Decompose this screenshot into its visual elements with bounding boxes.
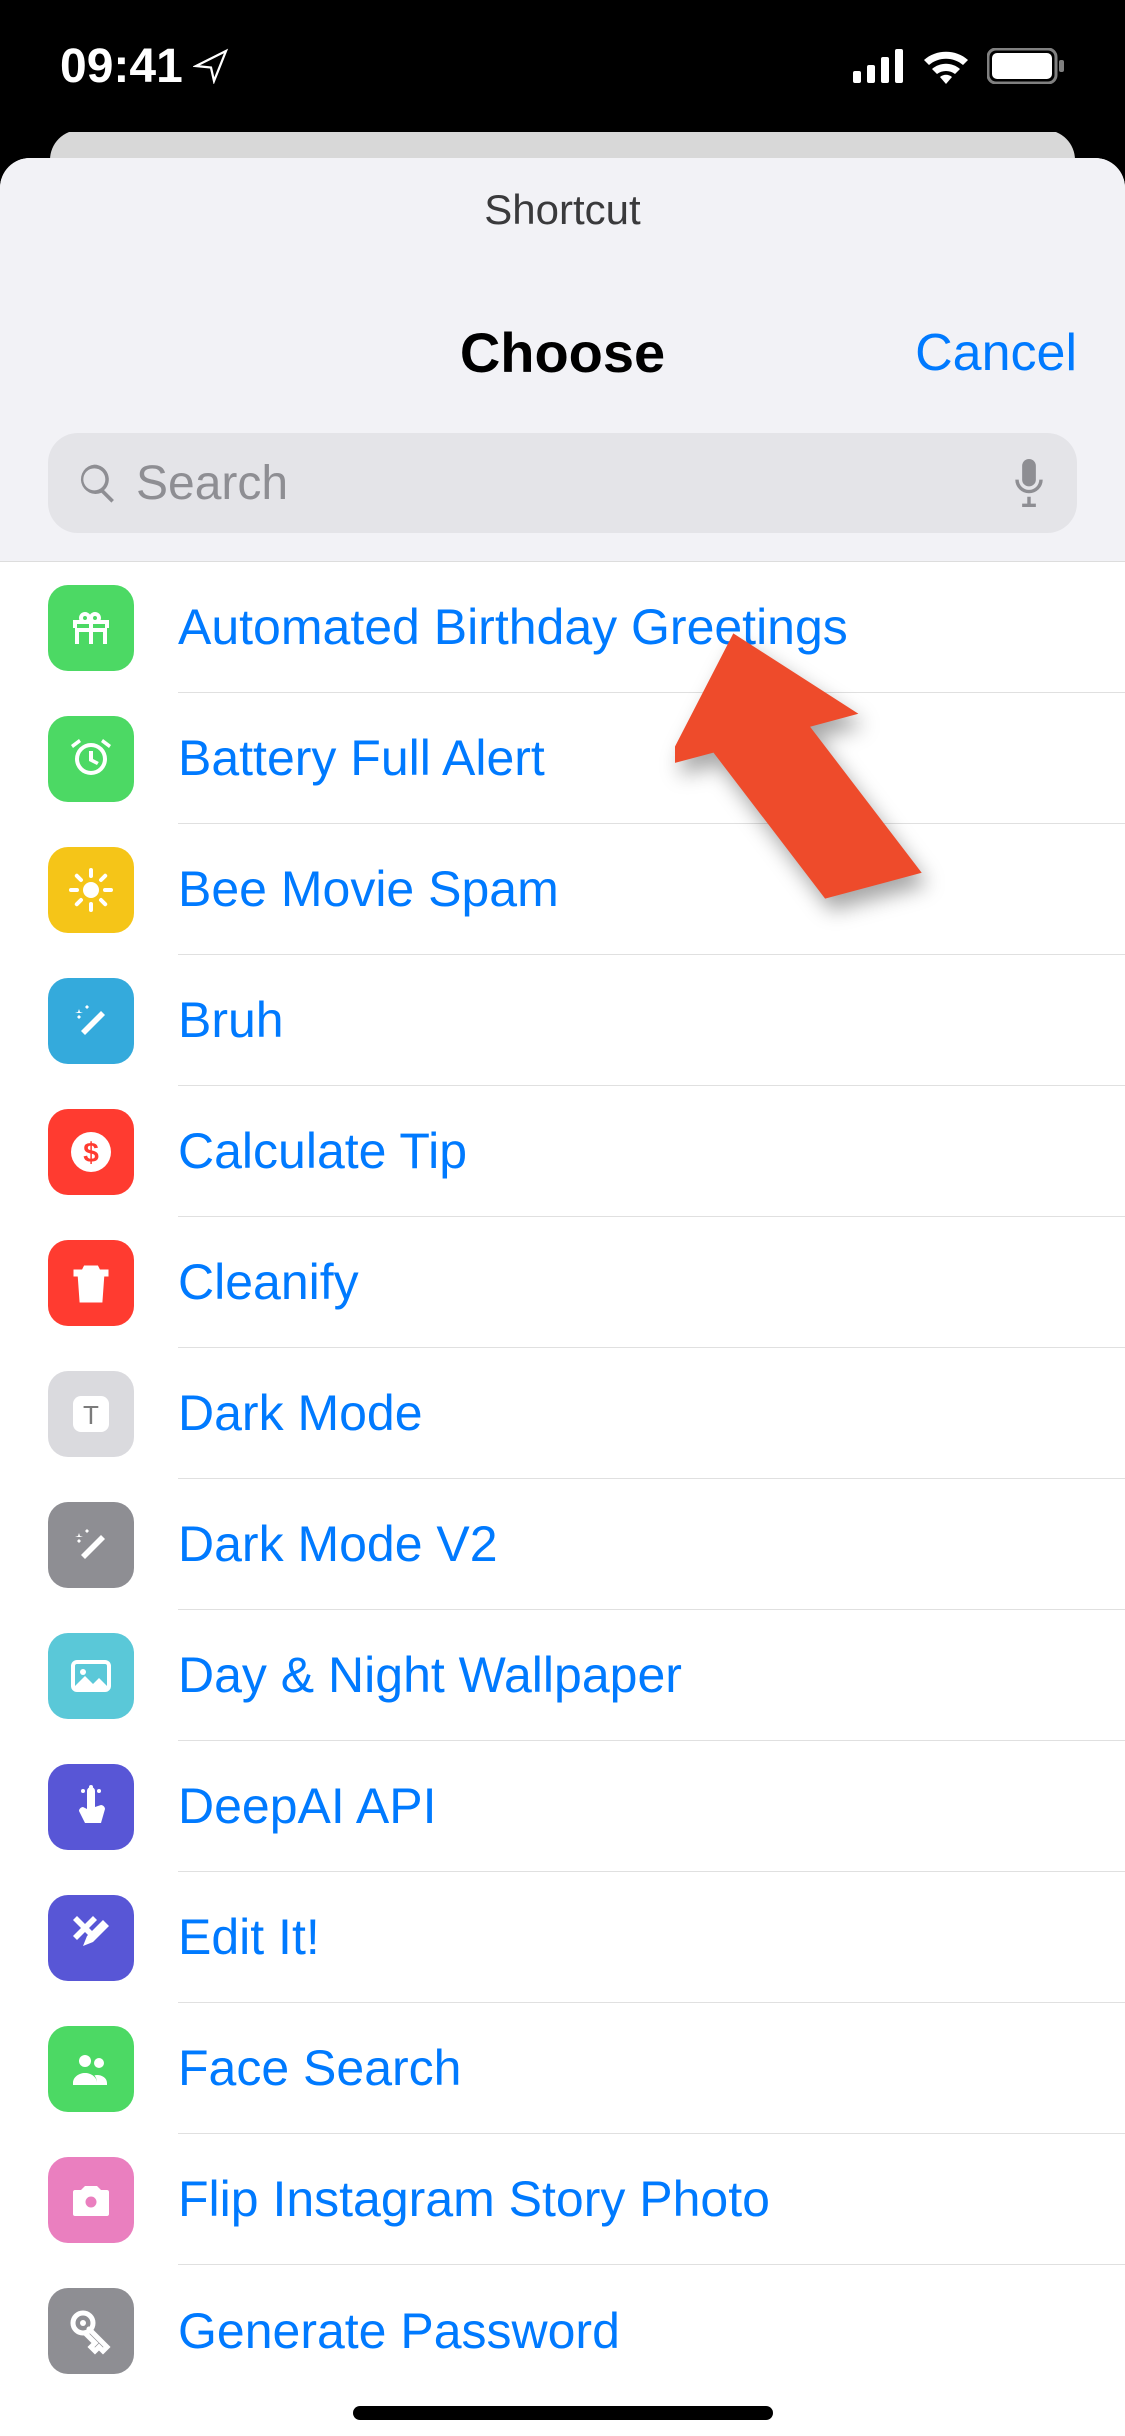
cellular-icon [853, 49, 905, 83]
shortcut-item-battery-alert[interactable]: Battery Full Alert [0, 693, 1125, 824]
shortcut-label: Face Search [178, 2039, 461, 2097]
alarm-icon [48, 716, 134, 802]
nav-bar: Choose Cancel [0, 270, 1125, 433]
shortcut-label: Battery Full Alert [178, 729, 545, 787]
shortcut-item-bruh[interactable]: Bruh [0, 955, 1125, 1086]
home-indicator[interactable] [353, 2406, 773, 2420]
shortcut-item-day-night-wallpaper[interactable]: Day & Night Wallpaper [0, 1610, 1125, 1741]
search-field[interactable] [48, 433, 1077, 533]
shortcut-item-cleanify[interactable]: Cleanify [0, 1217, 1125, 1348]
dollar-icon: $ [48, 1109, 134, 1195]
sun-icon [48, 847, 134, 933]
shortcut-label: Dark Mode V2 [178, 1515, 498, 1573]
shortcut-list[interactable]: Automated Birthday Greetings Battery Ful… [0, 562, 1125, 2436]
shortcut-item-deepai[interactable]: DeepAI API [0, 1741, 1125, 1872]
shortcut-label: Automated Birthday Greetings [178, 598, 848, 656]
cancel-button[interactable]: Cancel [915, 323, 1077, 383]
location-icon [193, 48, 229, 84]
wand-icon [48, 1502, 134, 1588]
shortcut-item-dark-mode-v2[interactable]: Dark Mode V2 [0, 1479, 1125, 1610]
photo-icon [48, 1633, 134, 1719]
status-right [853, 48, 1065, 84]
shortcut-item-automated-birthday[interactable]: Automated Birthday Greetings [0, 562, 1125, 693]
tap-icon [48, 1764, 134, 1850]
context-title: Shortcut [0, 158, 1125, 270]
svg-text:$: $ [83, 1137, 99, 1168]
shortcut-label: Bee Movie Spam [178, 860, 559, 918]
shortcut-label: Bruh [178, 991, 284, 1049]
camera-icon [48, 2157, 134, 2243]
svg-text:T: T [83, 1400, 99, 1430]
search-input[interactable] [136, 456, 993, 511]
people-icon [48, 2026, 134, 2112]
wand-icon [48, 978, 134, 1064]
status-bar: 09:41 [0, 0, 1125, 132]
shortcut-item-calculate-tip[interactable]: $ Calculate Tip [0, 1086, 1125, 1217]
shortcut-item-flip-instagram[interactable]: Flip Instagram Story Photo [0, 2134, 1125, 2265]
shortcut-item-dark-mode[interactable]: T Dark Mode [0, 1348, 1125, 1479]
tools-icon [48, 1895, 134, 1981]
wifi-icon [921, 48, 971, 84]
shortcut-item-edit-it[interactable]: Edit It! [0, 1872, 1125, 2003]
key-icon [48, 2288, 134, 2374]
page-title: Choose [460, 320, 665, 385]
battery-icon [987, 48, 1065, 84]
shortcut-label: Calculate Tip [178, 1122, 467, 1180]
trash-icon [48, 1240, 134, 1326]
shortcut-label: Flip Instagram Story Photo [178, 2170, 770, 2228]
search-icon [76, 461, 120, 505]
shortcut-label: Cleanify [178, 1253, 359, 1311]
status-left: 09:41 [60, 39, 229, 94]
sheet-header: Shortcut Choose Cancel [0, 158, 1125, 562]
shortcut-label: Dark Mode [178, 1384, 423, 1442]
shortcut-item-face-search[interactable]: Face Search [0, 2003, 1125, 2134]
status-time: 09:41 [60, 39, 183, 94]
text-icon: T [48, 1371, 134, 1457]
shortcut-label: Generate Password [178, 2302, 620, 2360]
search-container [0, 433, 1125, 561]
shortcut-label: DeepAI API [178, 1777, 437, 1835]
shortcut-label: Edit It! [178, 1908, 320, 1966]
gift-icon [48, 585, 134, 671]
chooser-sheet: Shortcut Choose Cancel Automat [0, 158, 1125, 2436]
shortcut-label: Day & Night Wallpaper [178, 1646, 682, 1704]
dictation-icon[interactable] [1009, 459, 1049, 507]
shortcut-item-bee-movie[interactable]: Bee Movie Spam [0, 824, 1125, 955]
shortcut-item-generate-password[interactable]: Generate Password [0, 2265, 1125, 2396]
